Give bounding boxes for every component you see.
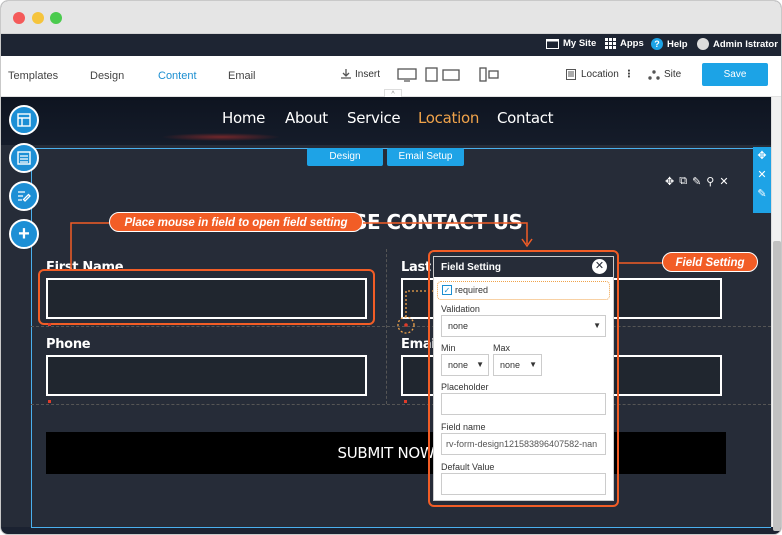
- layout-icon: [17, 113, 31, 127]
- min-select[interactable]: none ▼: [441, 354, 489, 376]
- scrollbar-thumb[interactable]: [773, 241, 781, 531]
- required-checkbox-row[interactable]: ✓ required: [442, 285, 488, 295]
- move-icon[interactable]: ✥: [753, 149, 771, 162]
- close-icon[interactable]: ✕: [753, 168, 771, 181]
- field-name-label: Field name: [441, 422, 486, 432]
- list-icon: [17, 151, 31, 165]
- min-value: none: [448, 360, 469, 370]
- field-setting-header: Field Setting ✕: [434, 257, 613, 277]
- layout-button[interactable]: [9, 105, 39, 135]
- edit-list-icon: [18, 191, 31, 202]
- default-value-label: Default Value: [441, 462, 495, 472]
- add-element-button[interactable]: +: [9, 219, 39, 249]
- close-icon[interactable]: ✕: [592, 259, 607, 274]
- field-setting-callout: Field Setting: [662, 252, 758, 272]
- field-name-input[interactable]: rv-form-design121583896407582-nan: [441, 433, 606, 455]
- max-label: Max: [493, 343, 511, 353]
- max-value: none: [500, 360, 521, 370]
- placeholder-label: Placeholder: [441, 382, 489, 392]
- sections-button[interactable]: [9, 143, 39, 173]
- browser-window: My Site Apps ? Help Admin Istrator Templ…: [0, 0, 782, 535]
- field-setting-title: Field Setting: [441, 262, 501, 273]
- validation-label: Validation: [441, 304, 480, 314]
- field-hint-callout: Place mouse in field to open field setti…: [109, 212, 363, 232]
- placeholder-input[interactable]: [441, 393, 606, 415]
- default-value-input[interactable]: [441, 473, 606, 495]
- chevron-down-icon: ▼: [593, 321, 601, 330]
- min-label: Min: [441, 343, 456, 353]
- scrollbar[interactable]: [771, 97, 781, 531]
- edit-icon[interactable]: ✎: [753, 187, 771, 200]
- max-select[interactable]: none ▼: [493, 354, 542, 376]
- validation-select[interactable]: none ▼: [441, 315, 606, 337]
- chevron-down-icon: ▼: [476, 360, 484, 369]
- required-label: required: [455, 285, 489, 295]
- section-tools: ✥ ✕ ✎: [753, 147, 771, 213]
- edit-content-button[interactable]: [9, 181, 39, 211]
- chevron-down-icon: ▼: [529, 360, 537, 369]
- field-setting-panel: Field Setting ✕ ✓ required Validation no…: [433, 256, 614, 501]
- plus-icon: +: [18, 223, 30, 245]
- required-checkbox[interactable]: ✓: [442, 285, 452, 295]
- validation-value: none: [448, 321, 469, 331]
